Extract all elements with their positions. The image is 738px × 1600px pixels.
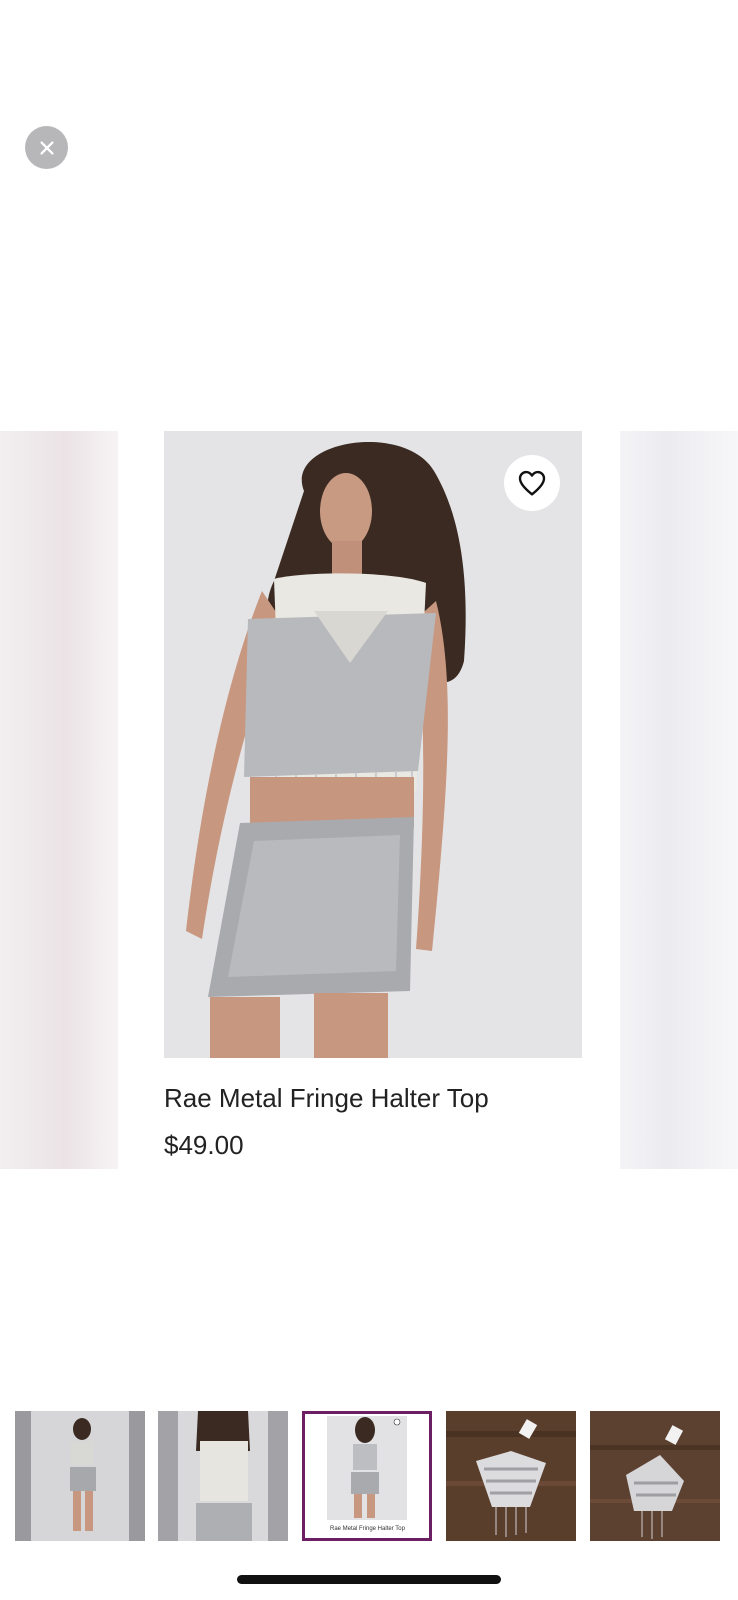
thumbnail-2[interactable] — [158, 1411, 288, 1541]
thumbnail-4[interactable] — [446, 1411, 576, 1541]
thumbnail-image — [158, 1411, 288, 1541]
product-image[interactable] — [164, 431, 582, 1058]
thumbnail-5[interactable] — [590, 1411, 720, 1541]
thumbnail-caption: Rae Metal Fringe Halter Top — [330, 1526, 405, 1532]
thumbnail-strip[interactable]: Rae Metal Fringe Halter Top — [0, 1411, 738, 1541]
close-button[interactable] — [25, 126, 68, 169]
product-card[interactable]: Rae Metal Fringe Halter Top $49.00 — [118, 431, 620, 1169]
product-title[interactable]: Rae Metal Fringe Halter Top — [164, 1083, 489, 1114]
model-photo — [164, 431, 582, 1058]
favorite-button[interactable] — [504, 455, 560, 511]
product-price: $49.00 — [164, 1130, 244, 1160]
close-icon — [39, 140, 54, 155]
thumbnail-image — [15, 1411, 145, 1541]
thumbnail-image — [305, 1414, 429, 1538]
thumbnail-3-selected[interactable]: Rae Metal Fringe Halter Top — [302, 1411, 432, 1541]
next-card-peek[interactable] — [620, 431, 738, 1169]
thumbnail-image — [590, 1411, 720, 1541]
thumbnail-image — [446, 1411, 576, 1541]
previous-card-peek[interactable] — [0, 431, 118, 1169]
heart-outline-icon — [518, 470, 546, 496]
product-carousel[interactable]: Rae Metal Fringe Halter Top $49.00 — [0, 431, 738, 1169]
thumbnail-1[interactable] — [15, 1411, 145, 1541]
home-indicator[interactable] — [237, 1575, 501, 1584]
